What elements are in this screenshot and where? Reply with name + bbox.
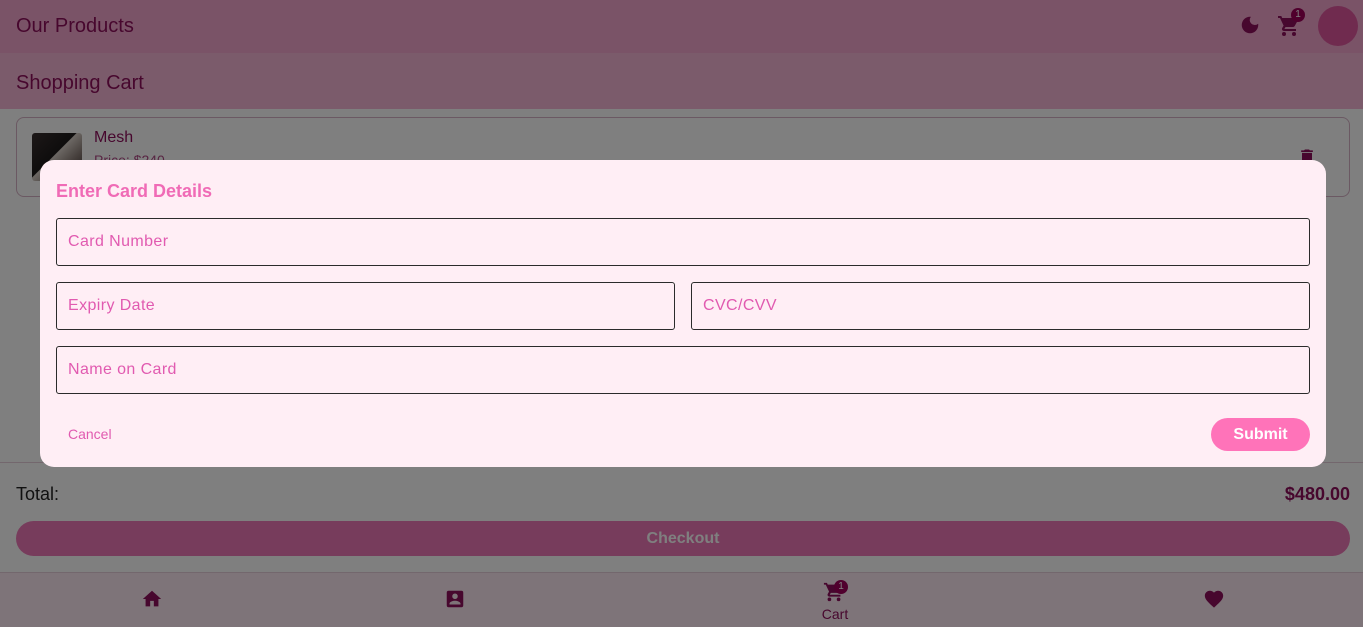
cvc-input[interactable] xyxy=(692,283,1309,329)
dialog-title: Enter Card Details xyxy=(56,181,213,201)
card-details-dialog: Enter Card Details Cancel Submit xyxy=(40,160,1326,467)
expiry-date-field[interactable] xyxy=(56,282,675,330)
name-on-card-field[interactable] xyxy=(56,346,1310,394)
cancel-button[interactable]: Cancel xyxy=(56,422,124,446)
cvc-field[interactable] xyxy=(691,282,1310,330)
name-on-card-input[interactable] xyxy=(57,347,1309,393)
submit-button[interactable]: Submit xyxy=(1211,418,1310,451)
card-number-field[interactable] xyxy=(56,218,1310,266)
expiry-date-input[interactable] xyxy=(57,283,674,329)
card-number-input[interactable] xyxy=(57,219,1309,265)
